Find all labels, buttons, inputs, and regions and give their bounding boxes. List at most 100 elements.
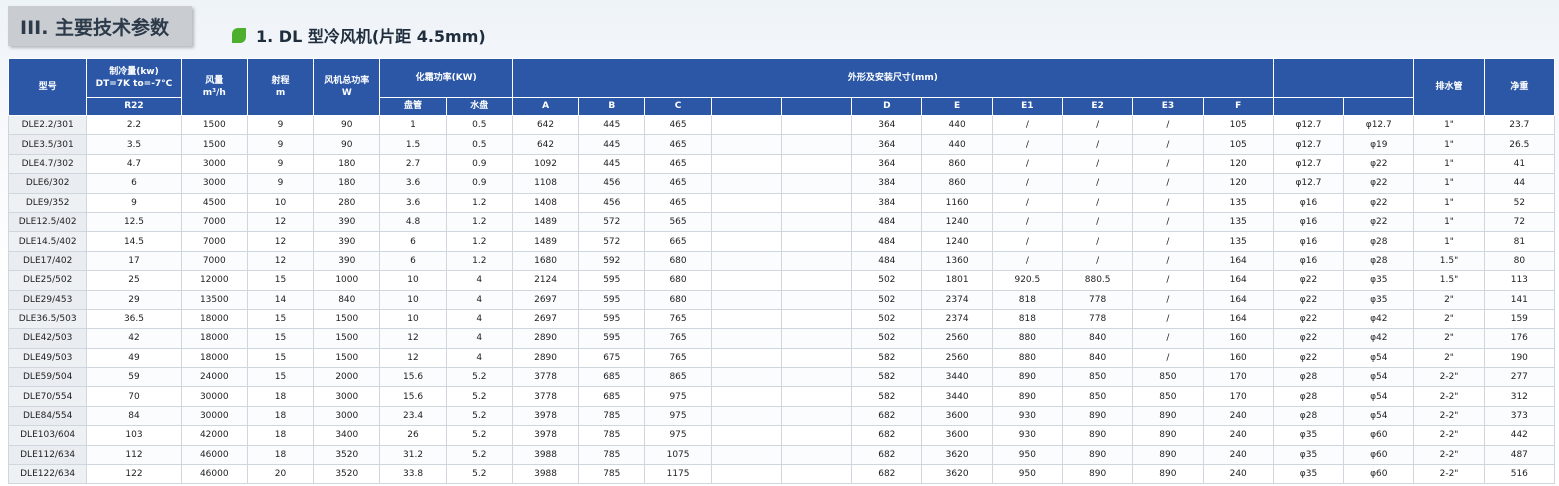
table-cell: 18 (246, 425, 315, 446)
header-r22: R22 (86, 97, 182, 116)
table-row: DLE17/402 17 7000 12 390 6 1.2 1680 592 680 484 136… (7, 250, 1556, 272)
table-cell: φ12.7 (1272, 173, 1345, 194)
table-cell: 445 (578, 153, 646, 175)
table-cell: 850 (1061, 386, 1134, 407)
table-cell: / (991, 173, 1064, 194)
table-cell: 0.5 (445, 134, 513, 155)
table-cell (780, 289, 853, 310)
table-cell (710, 444, 782, 466)
table-cell: 950 (991, 444, 1064, 466)
header-pipe-out (1343, 97, 1415, 116)
table-cell: 3000 (180, 153, 248, 175)
table-cell: 3600 (921, 425, 993, 446)
table-cell: 890 (1132, 425, 1204, 446)
table-cell: 30000 (180, 386, 248, 407)
table-cell: 84 (86, 405, 182, 427)
table-cell: 850 (1132, 367, 1204, 388)
table-cell: 42000 (180, 425, 248, 446)
table-cell: 36.5 (86, 308, 182, 330)
table-cell: / (991, 231, 1064, 252)
table-cell: 5.2 (445, 405, 513, 427)
table-cell: 2560 (921, 347, 993, 369)
table-cell: 1500 (313, 347, 381, 369)
table-cell: 682 (851, 444, 923, 466)
table-cell: φ28 (1272, 405, 1345, 427)
table-cell: 975 (644, 405, 712, 427)
table-cell: / (1132, 289, 1204, 310)
section-title: III. 主要技术参数 (8, 6, 192, 46)
table-row: DLE59/504 59 24000 15 2000 15.6 5.2 3778 685 865 5… (7, 367, 1556, 388)
table-cell (780, 270, 853, 291)
table-cell: 778 (1061, 289, 1134, 310)
table-cell: 3520 (313, 464, 381, 485)
table-row: DLE25/502 25 12000 15 1000 10 4 2124 595 680 502 18… (7, 270, 1556, 291)
table-cell: 5.2 (445, 464, 513, 485)
model-cell: DLE112/634 (7, 444, 88, 466)
table-cell: / (991, 153, 1064, 175)
table-cell: 384 (851, 192, 923, 213)
table-cell: 135 (1202, 192, 1274, 213)
table-cell: 680 (644, 289, 712, 310)
table-cell (710, 386, 782, 407)
table-cell: 12 (379, 328, 447, 349)
table-cell: / (1061, 231, 1134, 252)
table-cell: 10 (379, 308, 447, 330)
table-row: DLE122/634 122 46000 20 3520 33.8 5.2 3988 785 11… (7, 464, 1556, 485)
table-cell (710, 308, 782, 330)
table-cell: 120 (1202, 173, 1274, 194)
table-cell: / (1132, 231, 1204, 252)
table-cell: 12.5 (86, 211, 182, 233)
table-cell: 2697 (511, 289, 580, 310)
table-cell: 840 (313, 289, 381, 310)
header-coil: 盘管 (379, 97, 447, 116)
table-cell: 3520 (313, 444, 381, 466)
table-cell: / (1132, 173, 1204, 194)
table-cell: 9 (246, 134, 315, 155)
table-cell: φ35 (1272, 464, 1345, 485)
table-cell: 572 (578, 211, 646, 233)
table-cell: 465 (644, 134, 712, 155)
table-cell: 2374 (921, 289, 993, 310)
table-cell: / (1132, 192, 1204, 213)
table-cell: 5.2 (445, 425, 513, 446)
table-cell: 164 (1202, 308, 1274, 330)
table-cell: 4 (445, 289, 513, 310)
table-cell: 46000 (180, 444, 248, 466)
table-cell: / (991, 211, 1064, 233)
table-cell: 850 (1061, 367, 1134, 388)
table-cell: 1.2 (445, 231, 513, 252)
table-cell: 880.5 (1061, 270, 1134, 291)
table-cell: 487 (1483, 444, 1556, 466)
table-cell: φ35 (1272, 444, 1345, 466)
table-cell: 9 (246, 114, 315, 136)
table-cell: 180 (313, 153, 381, 175)
table-cell: 13500 (180, 289, 248, 310)
table-cell: 23.7 (1483, 114, 1556, 136)
table-cell: 920.5 (991, 270, 1064, 291)
table-cell: 502 (851, 308, 923, 330)
table-cell (710, 250, 782, 272)
table-cell: 1500 (180, 134, 248, 155)
subtitle-text: 1. DL 型冷风机(片距 4.5mm) (256, 27, 486, 46)
table-cell: 30000 (180, 405, 248, 427)
table-cell: 1801 (921, 270, 993, 291)
table-cell: 26.5 (1483, 134, 1556, 155)
table-cell: 1 (379, 114, 447, 136)
table-cell (780, 173, 853, 194)
table-cell (780, 386, 853, 407)
table-cell: 9 (246, 173, 315, 194)
table-cell: 41 (1483, 153, 1556, 175)
table-cell: 2.2 (86, 114, 182, 136)
table-cell: 15 (246, 367, 315, 388)
table-cell: 1108 (511, 173, 580, 194)
table-cell: 3600 (921, 405, 993, 427)
table-cell: 2.7 (379, 153, 447, 175)
table-cell: 240 (1202, 405, 1274, 427)
table-cell: 4 (445, 270, 513, 291)
table-cell: 502 (851, 270, 923, 291)
table-cell: 680 (644, 270, 712, 291)
table-cell: 4.7 (86, 153, 182, 175)
table-row: DLE14.5/402 14.5 7000 12 390 6 1.2 1489 572 665 48… (7, 231, 1556, 252)
table-cell: 18000 (180, 308, 248, 330)
header-dim-e2: E2 (1061, 97, 1134, 116)
